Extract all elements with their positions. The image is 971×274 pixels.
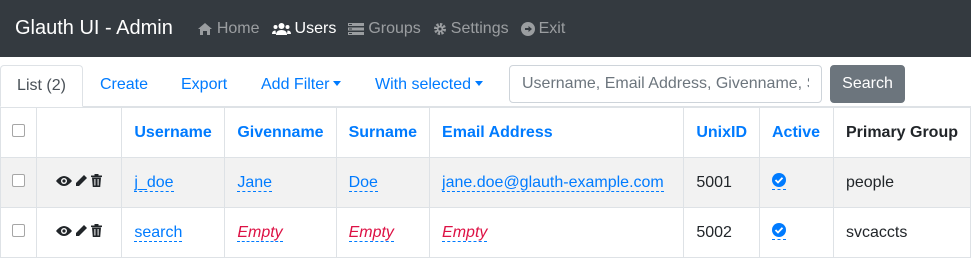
nav-item-groups-label: Groups xyxy=(368,19,421,37)
cell-email: Empty xyxy=(429,207,685,258)
cell-primary-group: people xyxy=(832,157,971,208)
username-editable[interactable]: j_doe xyxy=(134,173,174,192)
check-circle-icon xyxy=(772,223,786,237)
active-toggle[interactable] xyxy=(772,173,786,190)
add-filter-label: Add Filter xyxy=(261,76,330,93)
add-filter-dropdown[interactable]: Add Filter xyxy=(261,76,342,94)
table-row: search Empty Empty Empty 5002 svcaccts xyxy=(0,207,971,258)
exit-icon xyxy=(520,21,535,36)
header-select-all-cell xyxy=(0,107,37,158)
search-button[interactable]: Search xyxy=(830,65,905,103)
email-editable[interactable]: jane.doe@glauth-example.com xyxy=(442,173,664,192)
nav-item-settings-label: Settings xyxy=(450,19,509,37)
cell-surname: Empty xyxy=(335,207,431,258)
home-icon xyxy=(197,22,212,35)
brand-title[interactable]: Glauth UI - Admin xyxy=(15,17,173,40)
nav-item-settings[interactable]: Settings xyxy=(433,20,509,38)
gear-icon xyxy=(433,22,446,35)
row-select-cell xyxy=(0,207,37,258)
nav-item-groups[interactable]: Groups xyxy=(348,19,421,38)
cell-unixid: 5001 xyxy=(683,157,760,208)
nav-item-home-label: Home xyxy=(216,19,260,37)
cell-active xyxy=(759,207,834,258)
cell-active xyxy=(759,157,834,208)
nav-item-exit-label: Exit xyxy=(538,19,566,37)
header-actions-cell xyxy=(35,107,123,158)
nav-item-users-label: Users xyxy=(294,19,337,37)
users-table: Username Givenname Surname Email Address… xyxy=(0,107,971,258)
edit-pencil-icon[interactable] xyxy=(75,224,88,237)
delete-trash-icon[interactable] xyxy=(91,174,103,187)
cell-username: search xyxy=(121,207,226,258)
view-eye-icon[interactable] xyxy=(56,175,73,187)
with-selected-label: With selected xyxy=(375,76,472,93)
delete-trash-icon[interactable] xyxy=(91,224,103,237)
create-link[interactable]: Create xyxy=(100,76,148,94)
givenname-editable[interactable]: Empty xyxy=(237,223,283,242)
column-header-unixid[interactable]: UnixID xyxy=(683,107,760,158)
surname-editable[interactable]: Doe xyxy=(348,173,378,192)
column-header-primary-group: Primary Group xyxy=(832,107,971,158)
table-header-row: Username Givenname Surname Email Address… xyxy=(0,107,971,158)
row-select-cell xyxy=(0,157,37,208)
caret-down-icon xyxy=(475,81,484,86)
users-icon xyxy=(271,22,291,35)
view-eye-icon[interactable] xyxy=(56,225,73,237)
surname-editable[interactable]: Empty xyxy=(348,223,394,242)
table-row: j_doe Jane Doe jane.doe@glauth-example.c… xyxy=(0,157,971,208)
caret-down-icon xyxy=(333,81,342,86)
column-header-surname[interactable]: Surname xyxy=(335,107,431,158)
row-actions-cell xyxy=(35,157,123,208)
search-input[interactable] xyxy=(509,65,822,103)
cell-givenname: Empty xyxy=(224,207,337,258)
select-all-checkbox[interactable] xyxy=(11,123,25,137)
check-circle-icon xyxy=(772,173,786,187)
cell-unixid: 5002 xyxy=(683,207,760,258)
cell-givenname: Jane xyxy=(224,157,337,208)
tab-list[interactable]: List (2) xyxy=(0,65,83,107)
username-editable[interactable]: search xyxy=(134,223,183,242)
export-link[interactable]: Export xyxy=(181,76,227,94)
nav-item-home[interactable]: Home xyxy=(197,20,260,38)
active-toggle[interactable] xyxy=(772,223,786,240)
column-header-username[interactable]: Username xyxy=(121,107,226,158)
row-checkbox[interactable] xyxy=(11,173,25,187)
row-checkbox[interactable] xyxy=(11,223,25,237)
cell-username: j_doe xyxy=(121,157,226,208)
with-selected-dropdown[interactable]: With selected xyxy=(375,76,484,94)
email-editable[interactable]: Empty xyxy=(442,223,488,242)
cell-primary-group: svcaccts xyxy=(832,207,971,258)
top-navbar: Glauth UI - Admin Home Users Groups Sett… xyxy=(0,0,971,57)
cell-email: jane.doe@glauth-example.com xyxy=(429,157,685,208)
givenname-editable[interactable]: Jane xyxy=(237,173,273,192)
nav-item-exit[interactable]: Exit xyxy=(520,19,566,38)
nav-menu: Home Users Groups Settings Exit xyxy=(185,20,565,38)
column-header-givenname[interactable]: Givenname xyxy=(224,107,337,158)
cell-surname: Doe xyxy=(335,157,431,208)
groups-icon xyxy=(348,22,365,35)
nav-item-users[interactable]: Users xyxy=(271,19,337,38)
row-actions-cell xyxy=(35,207,123,258)
column-header-active[interactable]: Active xyxy=(759,107,834,158)
column-header-email[interactable]: Email Address xyxy=(429,107,685,158)
edit-pencil-icon[interactable] xyxy=(75,174,88,187)
